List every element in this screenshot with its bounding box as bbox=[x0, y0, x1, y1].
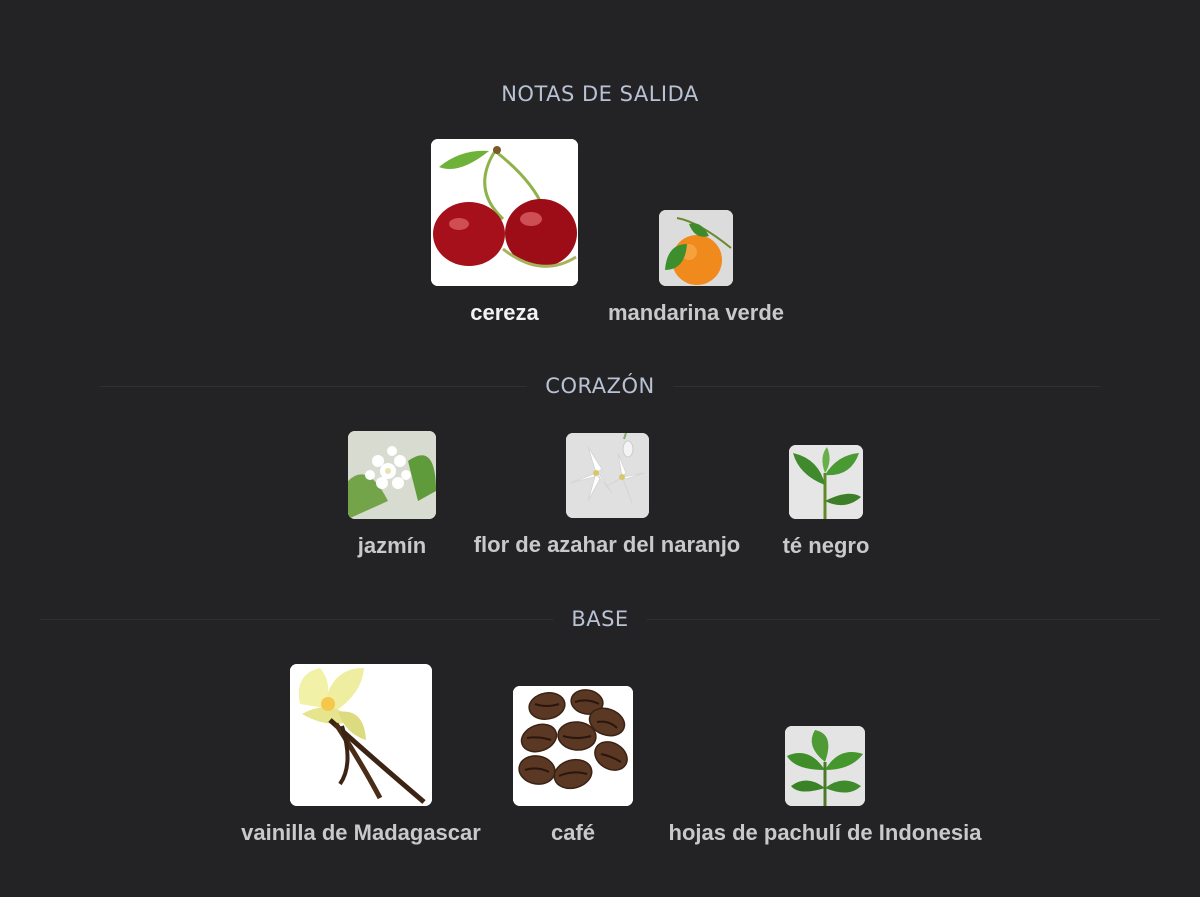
note-vanilla[interactable]: vainilla de Madagascar bbox=[220, 664, 502, 846]
note-orange-blossom[interactable]: flor de azahar del naranjo bbox=[447, 433, 767, 558]
cherry-icon bbox=[431, 139, 578, 286]
section-title-base: BASE bbox=[553, 607, 647, 631]
note-coffee[interactable]: café bbox=[513, 686, 633, 846]
mandarin-icon bbox=[659, 210, 733, 286]
note-label: vainilla de Madagascar bbox=[241, 820, 481, 845]
jasmine-icon bbox=[348, 431, 436, 519]
note-label: té negro bbox=[782, 533, 870, 558]
section-heading-top: NOTAS DE SALIDA bbox=[0, 82, 1200, 106]
note-label: flor de azahar del naranjo bbox=[473, 532, 741, 557]
note-label: café bbox=[550, 820, 596, 845]
note-mandarin[interactable]: mandarina verde bbox=[596, 210, 796, 326]
note-label: cereza bbox=[470, 300, 539, 325]
section-heading-heart: CORAZÓN bbox=[0, 374, 1200, 398]
vanilla-icon bbox=[290, 664, 432, 806]
section-heading-base: BASE bbox=[0, 607, 1200, 631]
coffee-icon bbox=[513, 686, 633, 806]
note-cherry[interactable]: cereza bbox=[431, 139, 578, 326]
note-label: mandarina verde bbox=[607, 300, 785, 325]
note-black-tea[interactable]: té negro bbox=[766, 445, 886, 559]
note-label: jazmín bbox=[357, 533, 427, 558]
patchouli-icon bbox=[785, 726, 865, 806]
section-title-heart: CORAZÓN bbox=[527, 374, 673, 398]
section-title-top: NOTAS DE SALIDA bbox=[483, 82, 717, 106]
note-label: hojas de pachulí de Indonesia bbox=[668, 820, 982, 845]
black-tea-icon bbox=[789, 445, 863, 519]
orange-blossom-icon bbox=[565, 433, 649, 518]
note-patchouli[interactable]: hojas de pachulí de Indonesia bbox=[645, 726, 1005, 846]
